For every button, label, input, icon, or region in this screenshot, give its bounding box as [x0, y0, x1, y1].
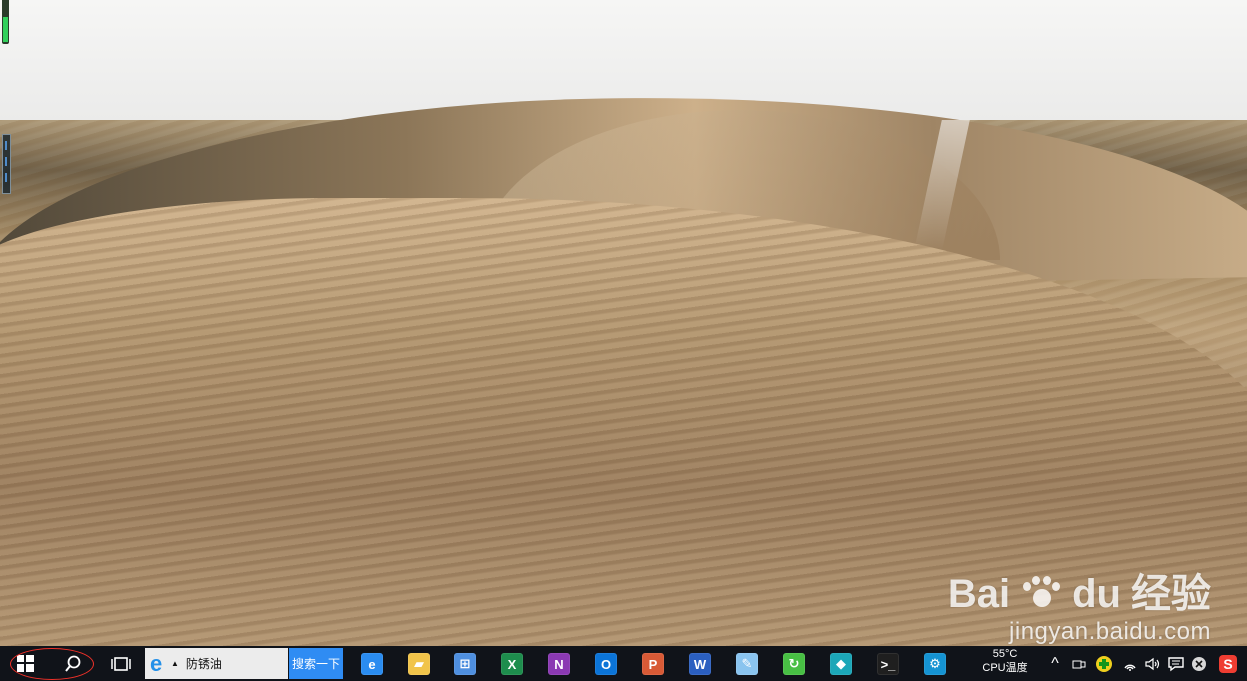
watermark-url: jingyan.baidu.com — [1009, 618, 1211, 645]
file-explorer-taskbar-button[interactable]: ▰ — [402, 646, 436, 681]
sogou-icon: S — [1219, 654, 1237, 673]
show-hidden-icons-button[interactable]: ^ — [1047, 646, 1063, 681]
search-input[interactable]: e ▲ 防锈油 — [145, 648, 288, 679]
cpu-temperature-label: CPU温度 — [982, 662, 1028, 674]
settings-icon: ⚙ — [924, 653, 946, 675]
green-refresh-taskbar-button[interactable]: ↻ — [777, 646, 811, 681]
watermark-du: du — [1072, 572, 1121, 616]
outlook-taskbar-button[interactable]: O — [589, 646, 623, 681]
desktop-area: Bai du 经验 jingyan.baidu.com — [0, 0, 1247, 646]
wifi-icon — [1124, 664, 1136, 671]
cmd-taskbar-button[interactable]: >_ — [871, 646, 905, 681]
watermark-bai: Bai — [947, 572, 1011, 616]
search-submit-button[interactable]: 搜索一下 — [289, 648, 343, 679]
taskbar: e ▲ 防锈油 搜索一下 e ▰ ⊞ X N O P W ✎ ↻ ◆ >_ ⚙ 55°C CPU温度 ^ — [0, 646, 1247, 681]
close-icon — [1192, 656, 1206, 671]
message-icon — [1168, 656, 1184, 671]
word-taskbar-button[interactable]: W — [683, 646, 717, 681]
maps-icon: ◆ — [830, 653, 852, 675]
powerpoint-taskbar-button[interactable]: P — [636, 646, 670, 681]
side-meter-bar — [5, 157, 7, 166]
excel-icon: X — [501, 653, 523, 675]
chevron-up-icon: ^ — [1051, 654, 1059, 672]
edge-icon: e — [361, 653, 383, 675]
baidu-jingyan-watermark: Bai du 经验 jingyan.baidu.com — [948, 574, 1211, 646]
wifi-tray-icon[interactable] — [1121, 646, 1139, 681]
outlook-icon: O — [595, 653, 617, 675]
cmd-icon: >_ — [877, 653, 899, 675]
side-meter-bar — [5, 173, 7, 182]
cpu-gauge-fill — [3, 17, 8, 42]
speaker-icon — [1144, 657, 1159, 670]
file-explorer-icon: ▰ — [408, 653, 430, 675]
green-plus-icon — [1096, 655, 1112, 672]
watermark-jingyan: 经验 — [1131, 572, 1211, 616]
settings-taskbar-button[interactable]: ⚙ — [918, 646, 952, 681]
excel-taskbar-button[interactable]: X — [495, 646, 529, 681]
task-view-button[interactable] — [108, 646, 134, 681]
cpu-temperature-value: 55°C — [992, 648, 1018, 660]
device-tray-icon[interactable] — [1070, 646, 1088, 681]
cpu-temperature-widget[interactable]: 55°C CPU温度 — [978, 647, 1032, 680]
paint-icon: ✎ — [736, 653, 758, 675]
security-tray-icon[interactable] — [1094, 646, 1114, 681]
close-tray-icon[interactable] — [1190, 646, 1208, 681]
onenote-taskbar-button[interactable]: N — [542, 646, 576, 681]
watermark-brand: Bai du 经验 — [948, 574, 1211, 614]
maps-taskbar-button[interactable]: ◆ — [824, 646, 858, 681]
start-search-highlight-circle — [10, 648, 94, 680]
green-refresh-icon: ↻ — [783, 653, 805, 675]
volume-tray-icon[interactable] — [1143, 646, 1161, 681]
word-icon: W — [689, 653, 711, 675]
device-icon — [1072, 660, 1086, 668]
side-meter-bar — [5, 141, 7, 150]
powerpoint-icon: P — [642, 653, 664, 675]
search-dropdown-icon: ▲ — [171, 659, 179, 668]
cpu-gauge-widget — [2, 0, 9, 44]
action-center-button[interactable] — [1166, 646, 1186, 681]
task-view-icon — [111, 656, 131, 671]
edge-taskbar-button[interactable]: e — [355, 646, 389, 681]
paint-taskbar-button[interactable]: ✎ — [730, 646, 764, 681]
store-icon: ⊞ — [454, 653, 476, 675]
side-meter-widget — [2, 134, 11, 194]
onenote-icon: N — [548, 653, 570, 675]
sogou-input-tray-icon[interactable]: S — [1218, 646, 1238, 681]
internet-explorer-icon: e — [150, 650, 163, 676]
search-input-value: 防锈油 — [185, 657, 222, 671]
baidu-paw-icon — [1020, 575, 1062, 613]
store-taskbar-button[interactable]: ⊞ — [448, 646, 482, 681]
